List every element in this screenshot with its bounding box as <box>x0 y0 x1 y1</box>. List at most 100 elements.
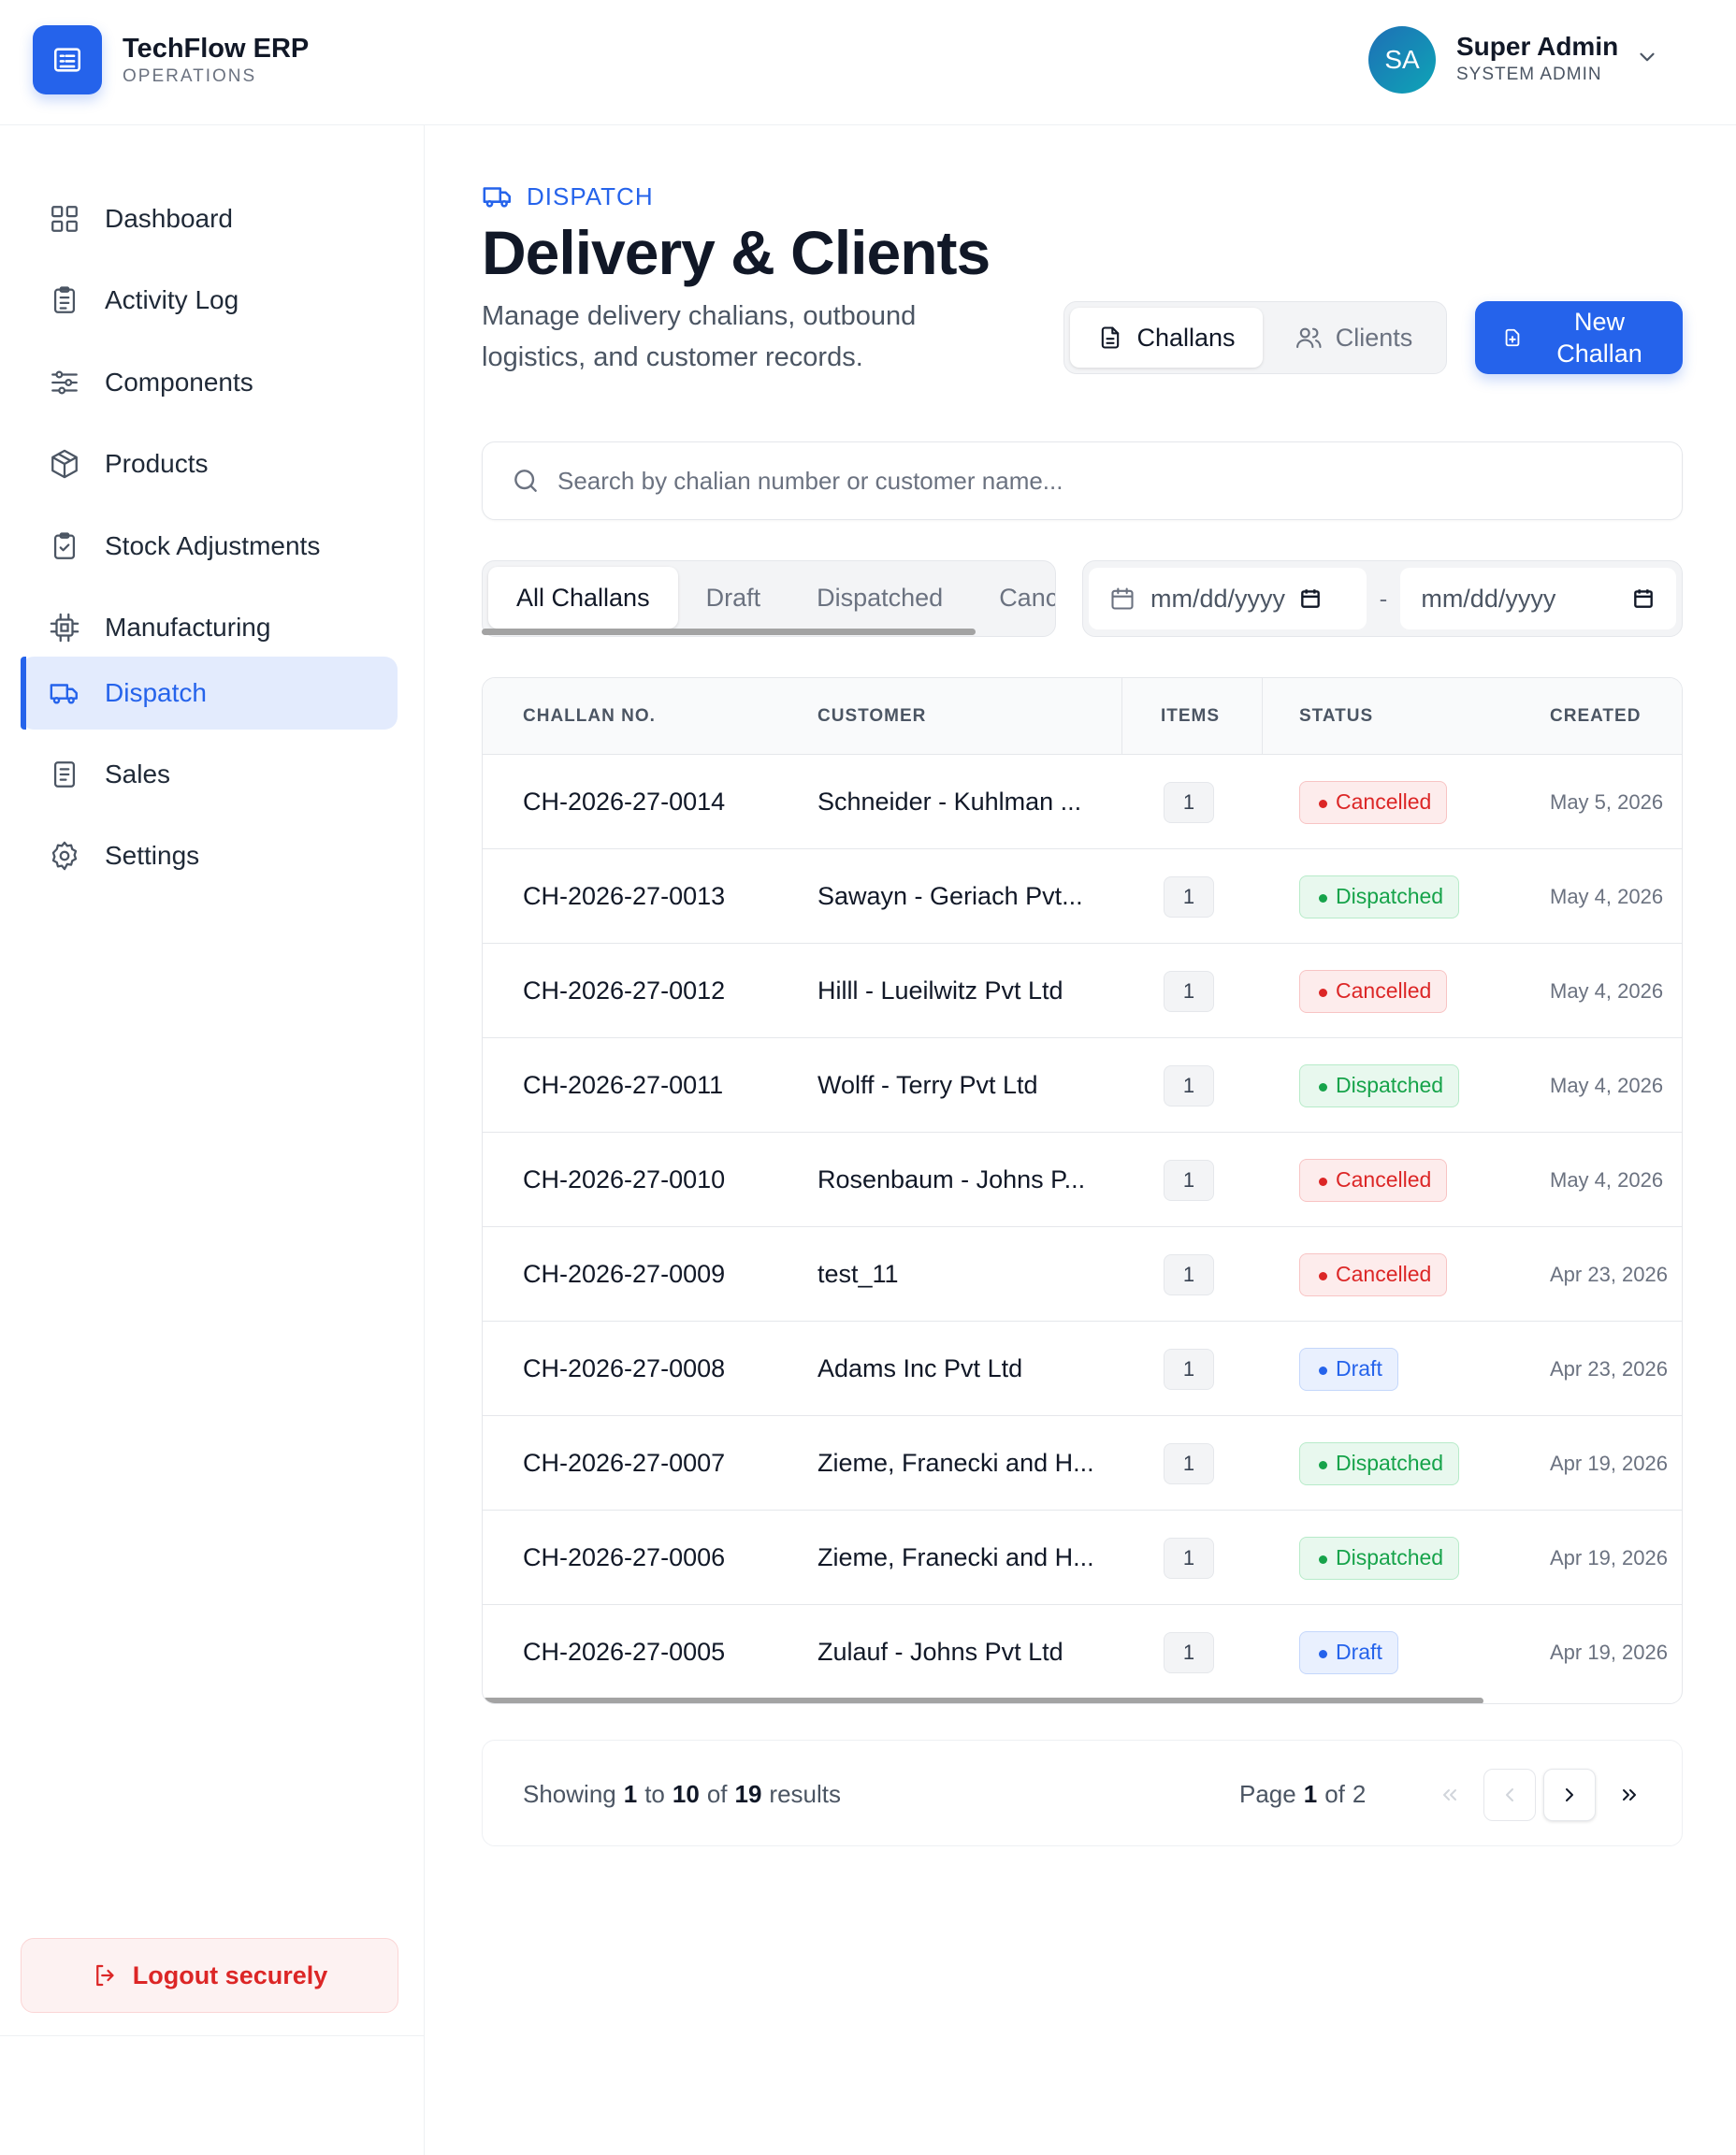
items-cell: 1 <box>1164 1038 1214 1133</box>
chevron-down-icon[interactable] <box>1635 45 1659 69</box>
column-header-items[interactable]: ITEMS <box>1161 678 1220 755</box>
file-plus-icon <box>1505 328 1520 347</box>
sidebar-item-sales[interactable]: Sales <box>21 738 398 811</box>
table-row[interactable]: CH-2026-27-0013 Sawayn - Geriach Pvt... … <box>483 849 1682 944</box>
challan-number[interactable]: CH-2026-27-0009 <box>523 1227 725 1322</box>
table-row[interactable]: CH-2026-27-0006 Zieme, Franecki and H...… <box>483 1511 1682 1605</box>
status-cell: Dispatched <box>1299 1511 1460 1605</box>
calendar-picker-icon[interactable] <box>1631 586 1656 611</box>
items-cell: 1 <box>1164 1511 1214 1605</box>
logout-button[interactable]: Logout securely <box>21 1938 398 2013</box>
date-from-placeholder: mm/dd/yyyy <box>1150 584 1286 613</box>
challan-number[interactable]: CH-2026-27-0011 <box>523 1038 723 1133</box>
status-badge: Dispatched <box>1299 875 1460 918</box>
challan-number[interactable]: CH-2026-27-0013 <box>523 849 725 944</box>
column-header-created[interactable]: CREATED <box>1550 678 1641 755</box>
date-from-field[interactable]: mm/dd/yyyy <box>1089 568 1367 629</box>
tab-clients[interactable]: Clients <box>1266 308 1440 368</box>
items-count: 1 <box>1164 781 1214 823</box>
sidebar-item-activity-log[interactable]: Activity Log <box>21 264 398 337</box>
sidebar: Dashboard Activity Log Components Produc… <box>0 125 425 2155</box>
clipboard-check-icon <box>53 532 76 559</box>
sidebar-item-components[interactable]: Components <box>21 346 398 419</box>
customer-name: Zieme, Franecki and H... <box>817 1449 1094 1477</box>
challan-number[interactable]: CH-2026-27-0006 <box>523 1511 725 1605</box>
status-cell: Cancelled <box>1299 755 1448 849</box>
created-date: May 4, 2026 <box>1550 1167 1664 1192</box>
customer-name: Adams Inc Pvt Ltd <box>817 1354 1023 1382</box>
search-input[interactable] <box>557 466 1633 496</box>
filter-tab-cancelled[interactable]: Canc <box>971 567 1055 629</box>
items-count: 1 <box>1164 1159 1214 1201</box>
table-row[interactable]: CH-2026-27-0005 Zulauf - Johns Pvt Ltd 1… <box>483 1605 1682 1699</box>
table-row[interactable]: CH-2026-27-0009 test_11 1 Cancelled Apr … <box>483 1227 1682 1322</box>
logout-icon <box>95 1964 114 1987</box>
view-toggle: Challans Clients <box>1063 301 1447 374</box>
challan-number[interactable]: CH-2026-27-0008 <box>523 1322 725 1416</box>
table-row[interactable]: CH-2026-27-0010 Rosenbaum - Johns P... 1… <box>483 1133 1682 1227</box>
challan-number[interactable]: CH-2026-27-0005 <box>523 1605 725 1699</box>
status-badge: Dispatched <box>1299 1536 1460 1580</box>
top-bar: TechFlow ERP OPERATIONS SA Super Admin S… <box>0 0 1736 125</box>
items-cell: 1 <box>1164 755 1214 849</box>
results-summary: Showing 1 to 10 of 19 results <box>523 1741 841 1847</box>
created-date: Apr 23, 2026 <box>1550 1356 1668 1381</box>
items-count: 1 <box>1164 1064 1214 1106</box>
created-date: May 5, 2026 <box>1550 789 1664 814</box>
filter-tab-all[interactable]: All Challans <box>488 567 678 629</box>
filter-tab-dispatched[interactable]: Dispatched <box>788 567 971 629</box>
challan-number[interactable]: CH-2026-27-0012 <box>523 944 725 1038</box>
status-badge: Draft <box>1299 1630 1398 1674</box>
table-row[interactable]: CH-2026-27-0012 Hilll - Lueilwitz Pvt Lt… <box>483 944 1682 1038</box>
box-icon <box>51 449 78 479</box>
new-challan-button[interactable]: New Challan <box>1475 301 1683 374</box>
showing-from: 1 <box>623 1779 638 1808</box>
created-date: May 4, 2026 <box>1550 884 1664 908</box>
sliders-icon <box>51 370 78 395</box>
column-header-customer[interactable]: CUSTOMER <box>817 678 926 755</box>
app-name: TechFlow ERP <box>123 34 310 64</box>
app-logo[interactable] <box>33 25 102 94</box>
status-badge: Cancelled <box>1299 1252 1448 1296</box>
sidebar-divider <box>0 2035 425 2036</box>
calendar-picker-icon[interactable] <box>1298 586 1323 611</box>
challan-number[interactable]: CH-2026-27-0014 <box>523 755 725 849</box>
challans-table: CHALLAN NO. CUSTOMER ITEMS STATUS CREATE… <box>482 677 1683 1704</box>
column-header-challan-no[interactable]: CHALLAN NO. <box>523 678 656 755</box>
table-row[interactable]: CH-2026-27-0007 Zieme, Franecki and H...… <box>483 1416 1682 1511</box>
table-row[interactable]: CH-2026-27-0011 Wolff - Terry Pvt Ltd 1 … <box>483 1038 1682 1133</box>
sidebar-item-dispatch[interactable]: Dispatch <box>21 657 398 730</box>
showing-total: 19 <box>734 1779 762 1808</box>
next-page-button[interactable] <box>1543 1769 1596 1821</box>
filter-tab-draft[interactable]: Draft <box>678 567 789 629</box>
status-cell: Dispatched <box>1299 849 1460 944</box>
user-name[interactable]: Super Admin <box>1456 32 1618 62</box>
sidebar-item-dashboard[interactable]: Dashboard <box>21 182 398 255</box>
sidebar-item-manufacturing[interactable]: Manufacturing <box>21 591 398 664</box>
date-to-field[interactable]: mm/dd/yyyy <box>1400 568 1676 629</box>
challan-number[interactable]: CH-2026-27-0007 <box>523 1416 725 1511</box>
previous-page-button[interactable] <box>1483 1769 1536 1821</box>
first-page-button[interactable] <box>1424 1769 1476 1821</box>
last-page-button[interactable] <box>1603 1769 1656 1821</box>
table-row[interactable]: CH-2026-27-0014 Schneider - Kuhlman ... … <box>483 755 1682 849</box>
column-header-status[interactable]: STATUS <box>1299 678 1373 755</box>
created-date: Apr 19, 2026 <box>1550 1451 1668 1475</box>
status-badge: Draft <box>1299 1347 1398 1391</box>
table-horizontal-scrollbar[interactable] <box>483 1698 1483 1703</box>
truck-icon <box>50 684 78 704</box>
chevrons-left-icon <box>1443 1789 1456 1801</box>
sidebar-item-products[interactable]: Products <box>21 427 398 500</box>
receipt-icon <box>53 761 76 788</box>
sidebar-item-settings[interactable]: Settings <box>21 819 398 892</box>
tab-challans[interactable]: Challans <box>1070 308 1263 368</box>
avatar[interactable]: SA <box>1368 26 1436 94</box>
created-date: Apr 19, 2026 <box>1550 1640 1668 1664</box>
table-row[interactable]: CH-2026-27-0008 Adams Inc Pvt Ltd 1 Draf… <box>483 1322 1682 1416</box>
challan-number[interactable]: CH-2026-27-0010 <box>523 1133 725 1227</box>
sidebar-item-stock-adjustments[interactable]: Stock Adjustments <box>21 510 398 583</box>
filter-tabs-scrollbar[interactable] <box>482 629 976 635</box>
status-cell: Cancelled <box>1299 1133 1448 1227</box>
items-count: 1 <box>1164 1253 1214 1295</box>
sidebar-item-label: Settings <box>105 841 200 870</box>
